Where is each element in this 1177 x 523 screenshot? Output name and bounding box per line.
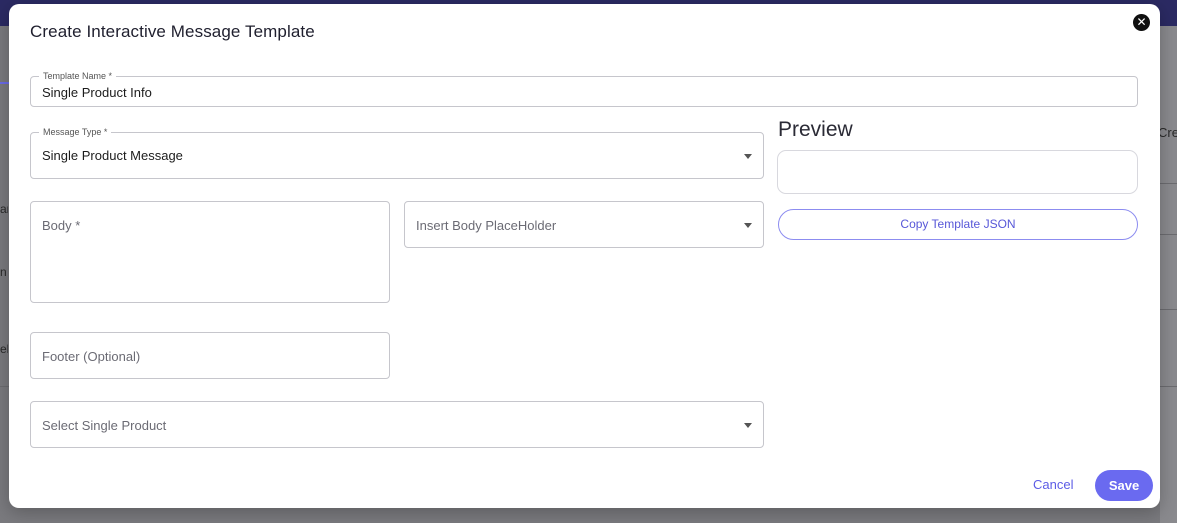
modal-title: Create Interactive Message Template bbox=[30, 22, 315, 41]
copy-template-json-button[interactable]: Copy Template JSON bbox=[778, 209, 1138, 240]
save-button[interactable]: Save bbox=[1095, 470, 1153, 501]
body-textarea[interactable]: Body * bbox=[30, 201, 390, 303]
template-name-label: Template Name * bbox=[39, 70, 117, 82]
body-placeholder: Body * bbox=[42, 218, 81, 233]
footer-field[interactable]: Footer (Optional) bbox=[30, 332, 390, 379]
template-name-value: Single Product Info bbox=[42, 85, 152, 100]
insert-placeholder-text: Insert Body PlaceHolder bbox=[416, 218, 557, 233]
template-name-field[interactable]: Template Name * Single Product Info bbox=[30, 70, 1138, 107]
message-type-label: Message Type * bbox=[39, 126, 112, 138]
chevron-down-icon bbox=[744, 423, 752, 428]
close-icon[interactable]: ✕ bbox=[1133, 14, 1150, 31]
background-left-text: ar bbox=[0, 202, 8, 216]
single-product-placeholder: Select Single Product bbox=[42, 418, 167, 433]
insert-body-placeholder-select[interactable]: Insert Body PlaceHolder bbox=[404, 201, 764, 248]
message-type-select[interactable]: Message Type * Single Product Message bbox=[30, 126, 764, 179]
background-divider bbox=[1160, 386, 1177, 387]
single-product-select[interactable]: Select Single Product bbox=[30, 401, 764, 448]
background-divider bbox=[1160, 309, 1177, 310]
preview-title: Preview bbox=[778, 118, 853, 141]
footer-placeholder: Footer (Optional) bbox=[42, 349, 141, 364]
background-divider bbox=[0, 386, 9, 387]
background-right-text: Cre bbox=[1158, 125, 1177, 140]
chevron-down-icon bbox=[744, 154, 752, 159]
background-left-text: n bbox=[0, 265, 7, 279]
background-right-column bbox=[1160, 26, 1177, 523]
chevron-down-icon bbox=[744, 223, 752, 228]
create-template-modal: Create Interactive Message Template ✕ Te… bbox=[9, 4, 1160, 508]
preview-box bbox=[777, 150, 1138, 194]
message-type-value: Single Product Message bbox=[42, 148, 183, 163]
background-divider bbox=[1160, 183, 1177, 184]
background-divider bbox=[1160, 234, 1177, 235]
background-left-text: el bbox=[0, 342, 8, 356]
cancel-button[interactable]: Cancel bbox=[1033, 477, 1073, 492]
